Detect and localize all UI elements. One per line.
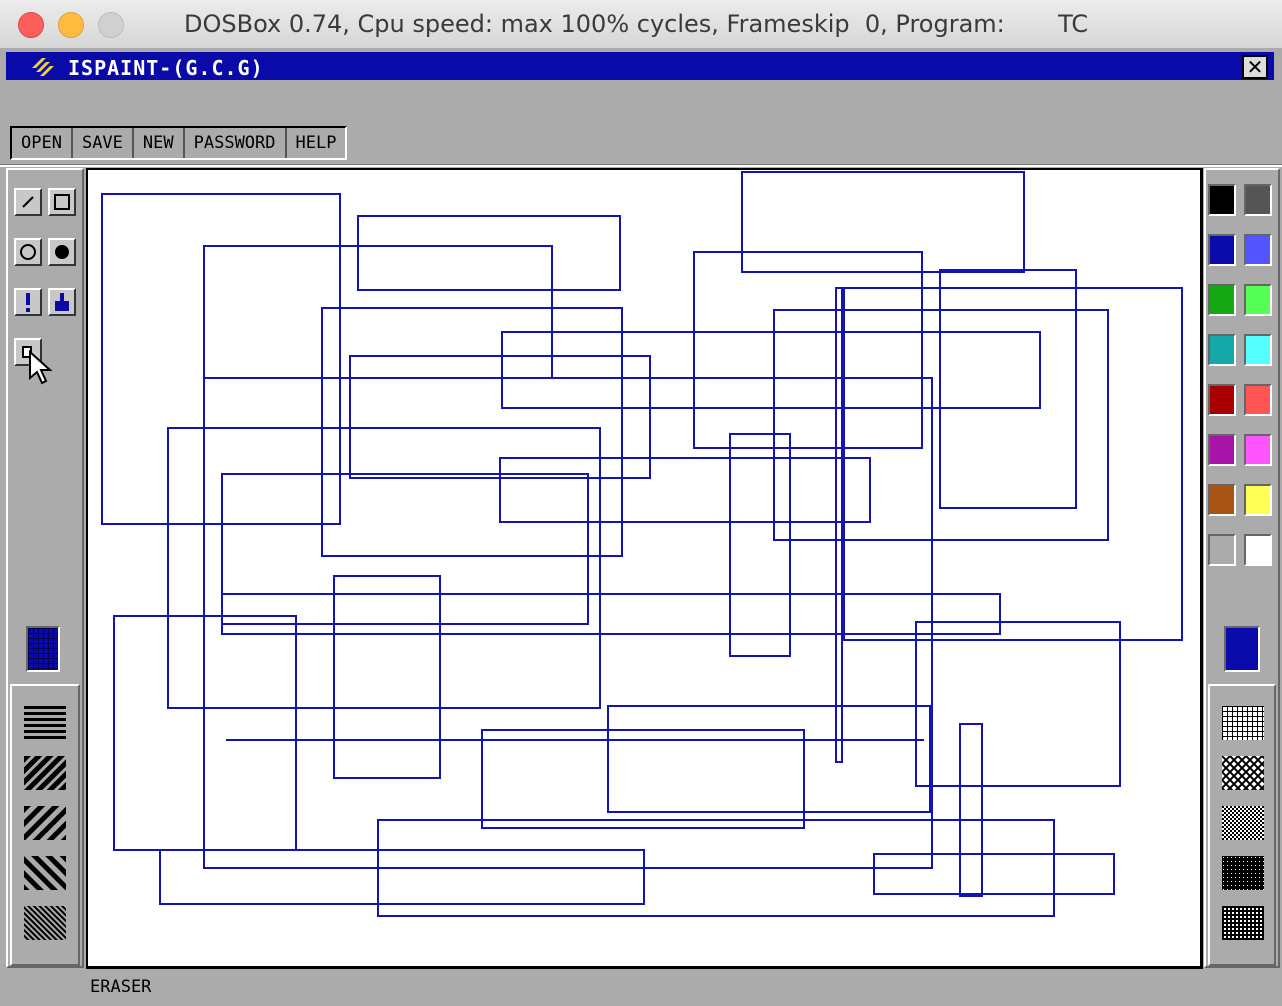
drawn-rectangle xyxy=(607,705,931,813)
close-window-button[interactable] xyxy=(18,12,44,38)
menu-open[interactable]: OPEN xyxy=(12,128,73,158)
back-diagonal-pattern[interactable] xyxy=(24,856,66,890)
drawn-rectangle xyxy=(915,621,1121,787)
current-color-preview xyxy=(1224,626,1260,672)
drawn-rectangle xyxy=(693,251,923,449)
circle-tool-button[interactable] xyxy=(14,238,42,266)
app-close-button[interactable]: ✕ xyxy=(1242,55,1268,79)
drawn-rectangle xyxy=(221,593,1001,635)
filled-circle-tool-button[interactable] xyxy=(48,238,76,266)
color-swatch[interactable] xyxy=(1244,534,1272,566)
menu-bar: OPEN SAVE NEW PASSWORD HELP xyxy=(10,126,348,160)
drawn-rectangle xyxy=(481,729,805,829)
window-titlebar: DOSBox 0.74, Cpu speed: max 100% cycles,… xyxy=(0,0,1282,49)
color-swatch[interactable] xyxy=(1244,384,1272,416)
line-tool-button[interactable] xyxy=(14,188,42,216)
tool-panel xyxy=(6,168,84,968)
color-swatch[interactable] xyxy=(1244,434,1272,466)
thick-diagonal-pattern[interactable] xyxy=(24,756,66,790)
menu-help[interactable]: HELP xyxy=(287,128,346,158)
color-swatch[interactable] xyxy=(1208,234,1236,266)
color-swatch[interactable] xyxy=(1208,284,1236,316)
drawn-rectangle xyxy=(501,331,1041,409)
drawn-rectangle xyxy=(873,853,1115,895)
menu-new[interactable]: NEW xyxy=(134,128,185,158)
window-title: DOSBox 0.74, Cpu speed: max 100% cycles,… xyxy=(184,10,1089,38)
fill-bucket-icon xyxy=(55,293,69,311)
drawn-rectangle xyxy=(843,287,1183,641)
drawn-rectangle xyxy=(741,171,1025,273)
dense-dot-pattern[interactable] xyxy=(1222,906,1264,940)
app-window: ISPAINT-(G.C.G) ✕ OPEN SAVE NEW PASSWORD… xyxy=(0,48,1282,1006)
app-titlebar: ISPAINT-(G.C.G) ✕ xyxy=(6,52,1274,80)
drawn-rectangle xyxy=(939,269,1077,509)
color-swatch[interactable] xyxy=(1244,234,1272,266)
drawn-rectangle xyxy=(321,307,623,557)
fine-diagonal-pattern[interactable] xyxy=(24,906,66,940)
grid-pattern-icon xyxy=(28,628,58,670)
color-swatch[interactable] xyxy=(1208,534,1236,566)
minimize-window-button[interactable] xyxy=(58,12,84,38)
color-panel xyxy=(1204,168,1280,968)
rectangle-icon xyxy=(54,194,70,210)
color-swatch[interactable] xyxy=(1244,184,1272,216)
drawn-rectangle xyxy=(333,575,441,779)
drawn-rectangle xyxy=(729,433,791,657)
drawing-canvas[interactable] xyxy=(86,168,1203,969)
spray-tool-button[interactable] xyxy=(14,288,42,316)
color-swatch[interactable] xyxy=(1244,484,1272,516)
drawing-surface xyxy=(101,171,1183,917)
filled-circle-icon xyxy=(55,245,69,259)
circle-icon xyxy=(20,244,36,260)
drawn-rectangle xyxy=(203,245,553,379)
drawn-rectangle xyxy=(221,473,589,625)
crosshatch-pattern[interactable] xyxy=(1222,756,1264,790)
color-swatch[interactable] xyxy=(1208,384,1236,416)
menu-password[interactable]: PASSWORD xyxy=(185,128,287,158)
drawn-rectangle xyxy=(167,427,601,709)
color-swatch[interactable] xyxy=(1244,284,1272,316)
rectangle-tool-button[interactable] xyxy=(48,188,76,216)
menu-save[interactable]: SAVE xyxy=(73,128,134,158)
app-logo-icon xyxy=(32,58,54,76)
left-pattern-group xyxy=(10,684,80,966)
zoom-window-button[interactable] xyxy=(98,12,124,38)
drawn-rectangle xyxy=(357,215,621,291)
spray-icon xyxy=(26,293,30,312)
app-title: ISPAINT-(G.C.G) xyxy=(68,56,264,80)
mouse-pointer-icon xyxy=(29,350,53,385)
toolbar-divider xyxy=(0,164,1282,167)
color-swatch[interactable] xyxy=(1208,184,1236,216)
drawn-rectangle xyxy=(159,849,645,905)
drawn-rectangle xyxy=(499,457,871,523)
line-icon xyxy=(22,196,34,208)
color-swatch[interactable] xyxy=(1244,334,1272,366)
right-pattern-group xyxy=(1208,684,1276,966)
color-swatch[interactable] xyxy=(1208,484,1236,516)
color-swatch[interactable] xyxy=(1208,334,1236,366)
checker-light-pattern[interactable] xyxy=(1222,806,1264,840)
horizontal-lines-pattern[interactable] xyxy=(24,706,66,740)
wide-diagonal-pattern[interactable] xyxy=(24,806,66,840)
fill-bucket-tool-button[interactable] xyxy=(48,288,76,316)
drawn-rectangle xyxy=(959,723,983,897)
grid-pattern[interactable] xyxy=(1222,706,1264,740)
status-text: ERASER xyxy=(90,977,152,997)
dotted-dark-pattern[interactable] xyxy=(1222,856,1264,890)
color-swatch[interactable] xyxy=(1208,434,1236,466)
current-pattern-preview xyxy=(26,626,60,672)
drawn-rectangle xyxy=(835,287,843,763)
